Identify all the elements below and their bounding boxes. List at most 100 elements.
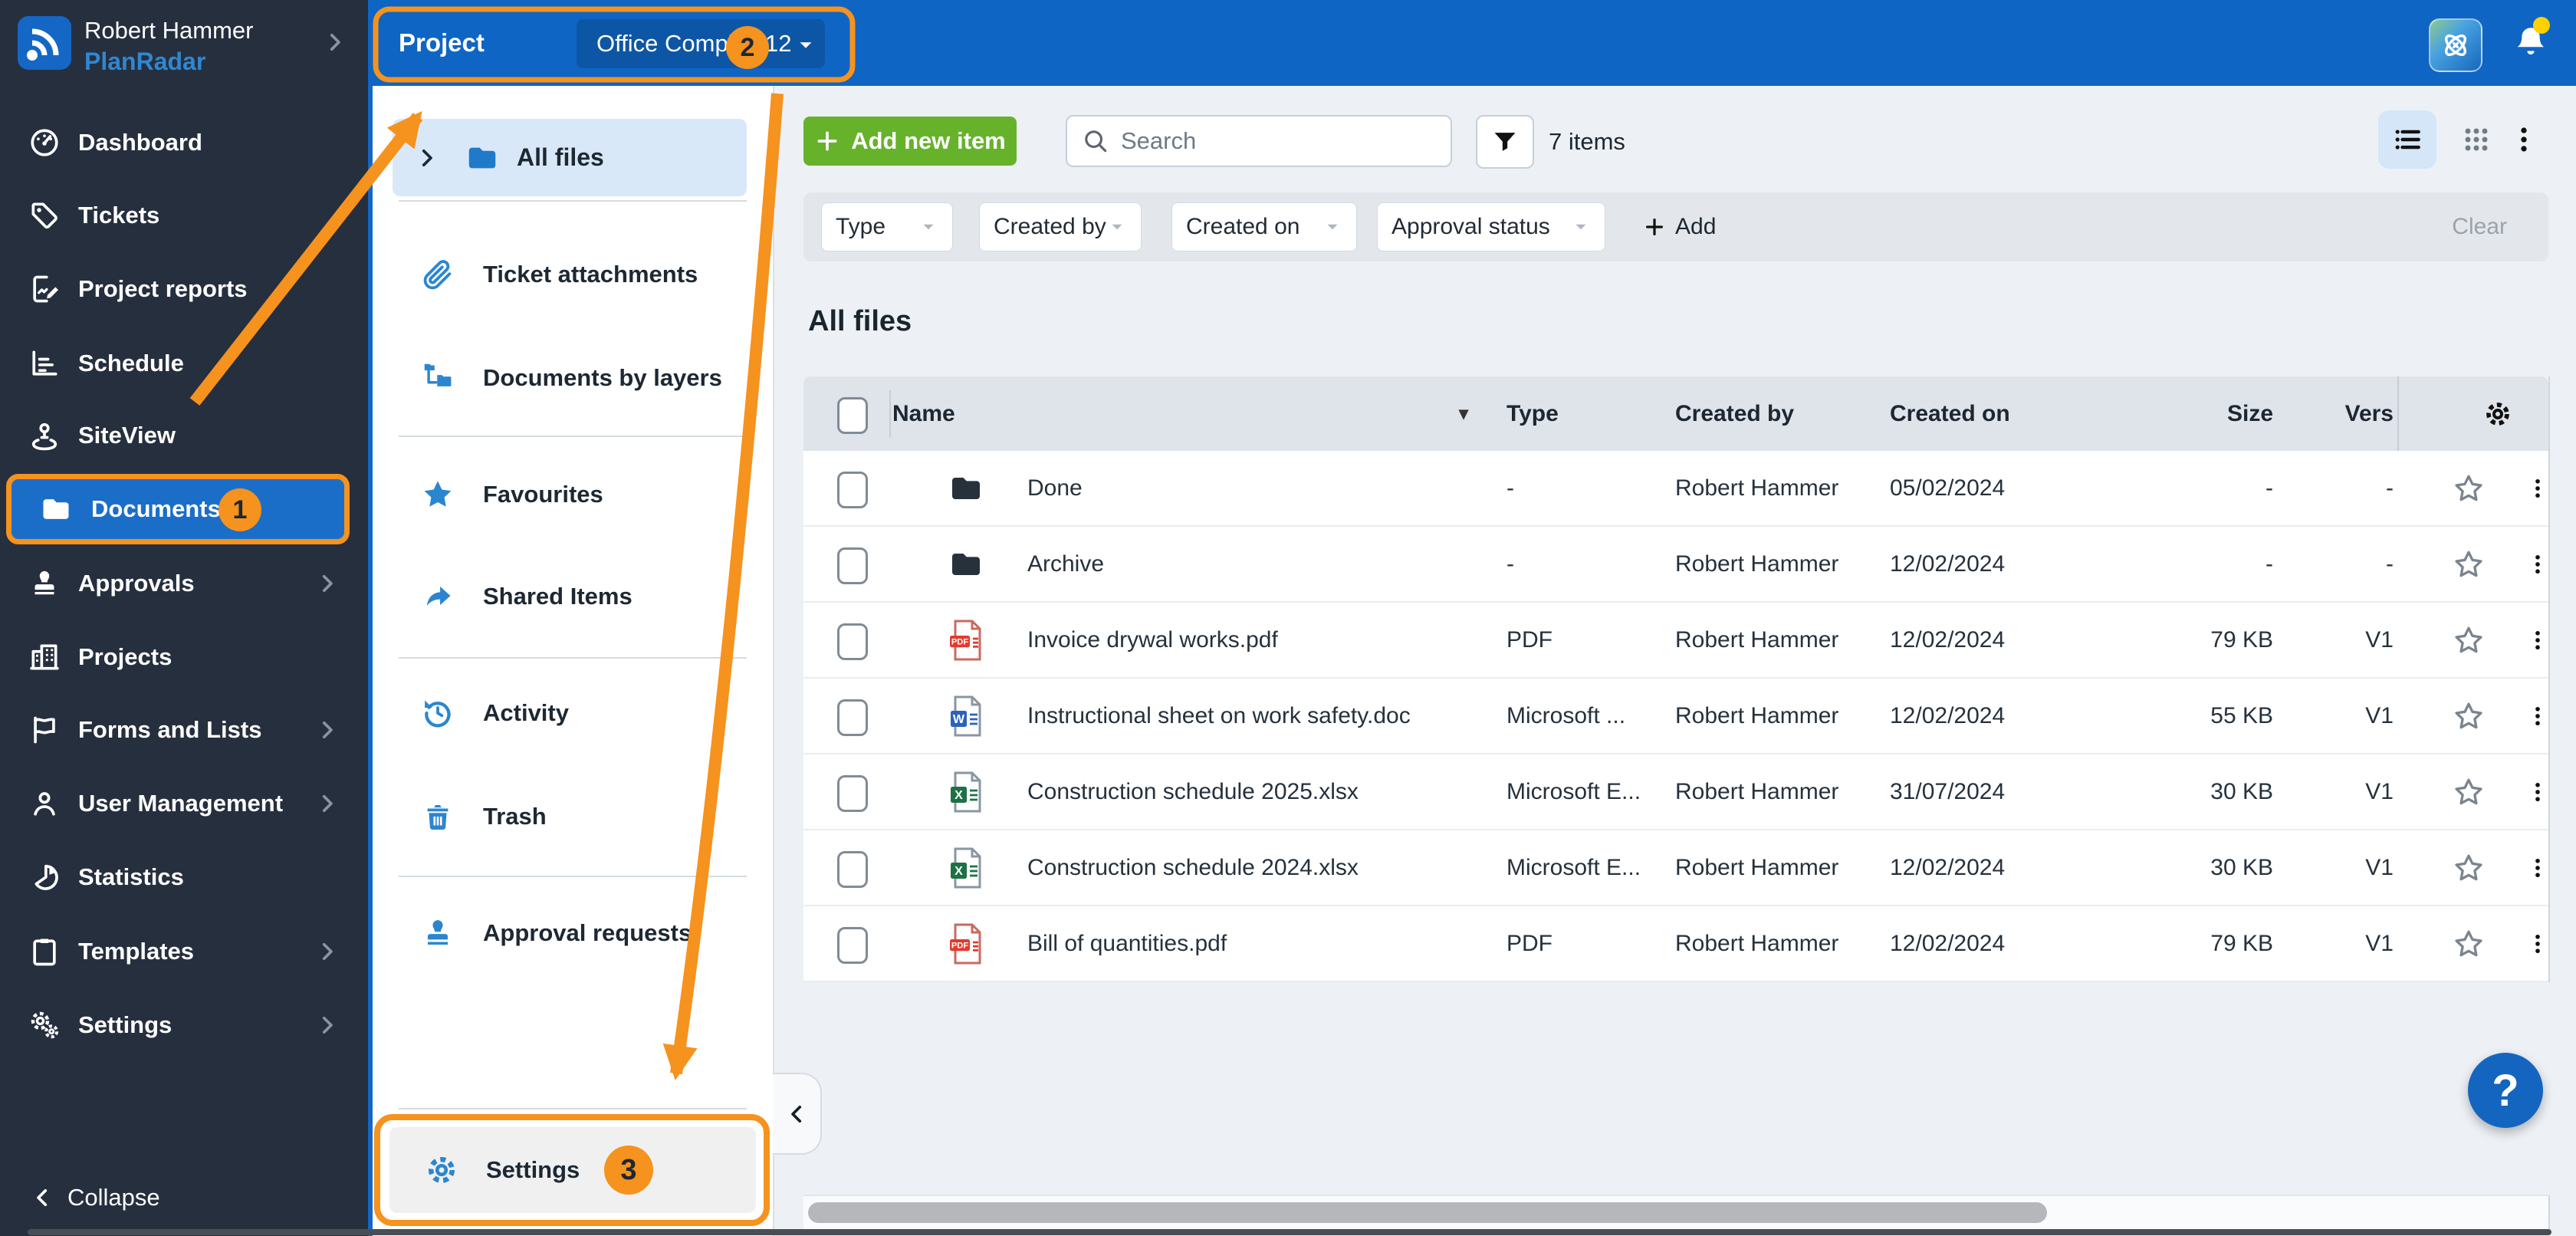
table-row-construction-schedule-2024-xlsx[interactable]: X Construction schedule 2024.xlsx Microsof… xyxy=(803,830,2548,906)
favourite-toggle[interactable] xyxy=(2449,603,2489,677)
sidebar-item-project-reports[interactable]: Project reports xyxy=(0,252,368,326)
panel-collapse-tab[interactable] xyxy=(773,1073,822,1155)
chevron-right-icon[interactable] xyxy=(322,29,348,55)
row-menu-button[interactable] xyxy=(2519,527,2556,601)
row-checkbox[interactable] xyxy=(837,851,868,888)
favourite-toggle[interactable] xyxy=(2449,451,2489,525)
sidebar-item-statistics[interactable]: Statistics xyxy=(0,840,368,914)
folder-icon xyxy=(465,140,500,176)
panel-item-shared-items[interactable]: Shared Items xyxy=(368,554,767,639)
sidebar-item-schedule[interactable]: Schedule xyxy=(0,327,368,400)
toolbar-menu-button[interactable] xyxy=(2505,110,2542,169)
planradar-connect-button[interactable] xyxy=(2429,18,2482,72)
panel-item-favourites[interactable]: Favourites xyxy=(368,452,767,537)
panel-item-documents-by-layers[interactable]: Documents by layers xyxy=(368,336,767,420)
row-checkbox[interactable] xyxy=(837,927,868,964)
grid-view-toggle[interactable] xyxy=(2447,110,2505,169)
panel-item-trash[interactable]: Trash xyxy=(368,774,767,859)
search-input[interactable] xyxy=(1119,127,1414,156)
sidebar-item-user-management[interactable]: User Management xyxy=(0,767,368,840)
list-view-toggle[interactable] xyxy=(2378,110,2436,169)
sidebar-item-templates[interactable]: Templates xyxy=(0,915,368,988)
row-menu-button[interactable] xyxy=(2519,451,2556,525)
add-filter-button[interactable]: Add xyxy=(1643,192,1716,261)
panel-item-activity[interactable]: Activity xyxy=(368,671,767,755)
filter-pill-approval-status[interactable]: Approval status xyxy=(1377,202,1605,251)
cell-type: Microsoft E... xyxy=(1506,778,1641,804)
table-row-invoice-drywal-works-pdf[interactable]: PDF Invoice drywal works.pdf PDF Robert Ham… xyxy=(803,603,2548,679)
grid-view-icon xyxy=(2459,123,2493,156)
filter-button[interactable] xyxy=(1476,115,1534,169)
filter-pill-created-by[interactable]: Created by xyxy=(979,202,1142,251)
column-header-version[interactable]: Vers xyxy=(2240,376,2394,451)
favourite-toggle[interactable] xyxy=(2449,830,2489,905)
kebab-menu-icon xyxy=(2525,931,2551,957)
page-title: All files xyxy=(808,305,912,337)
filter-pill-created-on[interactable]: Created on xyxy=(1171,202,1357,251)
row-menu-button[interactable] xyxy=(2519,754,2556,829)
kebab-menu-icon xyxy=(2507,123,2541,156)
sidebar-item-dashboard[interactable]: Dashboard xyxy=(0,106,368,179)
panel-item-approval-requests[interactable]: Approval requests xyxy=(368,891,767,975)
chevron-down-icon[interactable] xyxy=(794,34,817,57)
page-horizontal-scrollbar[interactable] xyxy=(28,1229,2551,1235)
main-content: Add new item 7 items Type Created by Creat… xyxy=(773,86,2576,1236)
sidebar-item-siteview[interactable]: SiteView xyxy=(0,399,368,472)
expand-chevron-icon[interactable] xyxy=(414,145,440,171)
sidebar-item-tickets[interactable]: Tickets xyxy=(0,179,368,252)
table-row-construction-schedule-2025-xlsx[interactable]: X Construction schedule 2025.xlsx Microsof… xyxy=(803,754,2548,830)
table-row-done[interactable]: Done - Robert Hammer 05/02/2024- - xyxy=(803,451,2548,527)
help-button[interactable]: ? xyxy=(2468,1053,2543,1128)
sort-caret-icon[interactable]: ▾ xyxy=(1459,376,1468,451)
filter-pill-type[interactable]: Type xyxy=(821,202,953,251)
table-row-bill-of-quantities-pdf[interactable]: PDF Bill of quantities.pdf PDF Robert Hamme… xyxy=(803,906,2548,982)
folder-file-icon xyxy=(948,543,984,586)
favourite-toggle[interactable] xyxy=(2449,527,2489,601)
row-checkbox[interactable] xyxy=(837,472,868,508)
table-row-archive[interactable]: Archive - Robert Hammer 12/02/2024- - xyxy=(803,527,2548,603)
row-menu-button[interactable] xyxy=(2519,906,2556,981)
column-header-name[interactable]: Name xyxy=(892,376,955,451)
sidebar-item-label: Projects xyxy=(78,643,172,670)
panel-item-all-files[interactable]: All files xyxy=(393,119,747,196)
row-checkbox[interactable] xyxy=(837,547,868,584)
row-menu-button[interactable] xyxy=(2519,830,2556,905)
clear-filters-button[interactable]: Clear xyxy=(2452,192,2507,261)
row-checkbox[interactable] xyxy=(837,699,868,736)
row-menu-button[interactable] xyxy=(2519,603,2556,677)
scrollbar-thumb[interactable] xyxy=(808,1202,2047,1223)
panel-divider xyxy=(399,200,747,202)
table-row-instructional-sheet-on-work-safety-doc[interactable]: W Instructional sheet on work safety.doc M… xyxy=(803,679,2548,754)
project-selector[interactable]: Office Complex 12 xyxy=(577,19,825,68)
row-checkbox[interactable] xyxy=(837,775,868,812)
add-new-item-button[interactable]: Add new item xyxy=(803,117,1017,166)
favourite-toggle[interactable] xyxy=(2449,754,2489,829)
chevron-right-icon xyxy=(314,717,340,743)
column-header-type[interactable]: Type xyxy=(1506,376,1559,451)
table-body: Done - Robert Hammer 05/02/2024 - - Archive - Ro… xyxy=(803,451,2548,982)
sidebar-item-approvals[interactable]: Approvals xyxy=(0,547,368,620)
table-horizontal-scrollbar[interactable] xyxy=(803,1195,2550,1229)
panel-item-ticket-attachments[interactable]: Ticket attachments xyxy=(368,232,767,317)
favourite-toggle[interactable] xyxy=(2449,906,2489,981)
sidebar-item-projects[interactable]: Projects xyxy=(0,620,368,694)
column-header-created-on[interactable]: Created on xyxy=(1890,376,2010,451)
cell-type: Microsoft E... xyxy=(1506,854,1641,880)
row-menu-button[interactable] xyxy=(2519,679,2556,753)
panel-item-label: Shared Items xyxy=(483,583,632,610)
sidebar-item-forms-and-lists[interactable]: Forms and Lists xyxy=(0,693,368,767)
sidebar-item-settings[interactable]: Settings xyxy=(0,988,368,1062)
sidebar-item-label: Forms and Lists xyxy=(78,716,262,743)
sidebar-item-documents[interactable]: Documents xyxy=(6,474,350,544)
column-header-created-by[interactable]: Created by xyxy=(1675,376,1794,451)
svg-text:X: X xyxy=(955,865,963,878)
row-checkbox[interactable] xyxy=(837,623,868,660)
filter-bar: Type Created by Created on Approval status … xyxy=(803,192,2548,261)
select-all-checkbox[interactable] xyxy=(837,397,868,434)
panel-item-settings[interactable]: Settings xyxy=(389,1127,756,1213)
favourite-toggle[interactable] xyxy=(2449,679,2489,753)
kebab-menu-icon xyxy=(2525,703,2551,729)
sidebar-collapse-button[interactable]: Collapse xyxy=(0,1167,368,1228)
column-settings-gear-button[interactable] xyxy=(2482,376,2525,451)
cell-created_on: 05/02/2024 xyxy=(1890,475,2006,501)
